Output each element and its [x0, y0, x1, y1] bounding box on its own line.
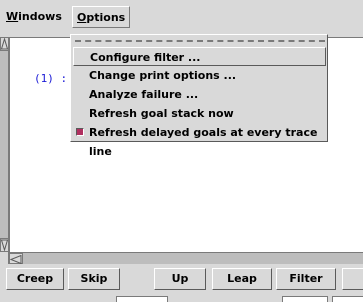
menu-item-refresh-goal-stack[interactable]: Refresh goal stack now	[73, 104, 326, 123]
bottom-field-3[interactable]	[332, 296, 363, 302]
menu-item-configure-filter[interactable]: Configure filter ...	[73, 47, 326, 66]
skip-button[interactable]: Skip	[68, 268, 120, 290]
creep-button[interactable]: Creep	[6, 268, 64, 290]
menu-item-change-print-options[interactable]: Change print options ...	[73, 66, 326, 85]
menu-options-label: ptions	[86, 11, 126, 24]
tear-off-line[interactable]	[75, 40, 325, 42]
more-button[interactable]	[342, 268, 363, 290]
menu-item-label: Change print options ...	[89, 69, 237, 82]
bottom-field-1[interactable]	[116, 296, 168, 302]
scroll-down-arrow-icon[interactable]	[0, 238, 9, 252]
options-menu: Configure filter ... Change print option…	[70, 34, 328, 158]
up-button[interactable]: Up	[154, 268, 206, 290]
menu-item-label: Refresh goal stack now	[89, 107, 234, 120]
filter-button[interactable]: Filter	[276, 268, 336, 290]
menu-item-refresh-delayed-goals[interactable]: Refresh delayed goals at every trace lin…	[73, 123, 326, 158]
trace-line: (1) :	[34, 72, 68, 85]
menu-item-analyze-failure[interactable]: Analyze failure ...	[73, 85, 326, 104]
menu-windows-mnemonic: W	[6, 10, 19, 23]
checkbox-checked-icon[interactable]	[76, 128, 84, 136]
scroll-left-arrow-icon[interactable]	[9, 253, 23, 265]
leap-button[interactable]: Leap	[212, 268, 272, 290]
trace-button-row: Creep Skip Up Leap Filter	[0, 266, 363, 292]
scrollbar-corner	[0, 252, 9, 264]
bottom-control-row	[0, 294, 363, 302]
menu-options-mnemonic: O	[77, 11, 87, 24]
menu-windows-label: indows	[18, 10, 62, 23]
menu-windows[interactable]: Windows	[2, 6, 66, 28]
menu-options[interactable]: Options	[72, 6, 131, 28]
menu-bar: Windows Options	[0, 0, 363, 34]
vertical-scrollbar[interactable]	[0, 37, 9, 252]
bottom-field-2[interactable]	[282, 296, 328, 302]
menu-item-label: Configure filter ...	[90, 51, 201, 64]
scroll-up-arrow-icon[interactable]	[0, 37, 9, 51]
horizontal-scrollbar[interactable]	[9, 252, 363, 265]
menu-item-label: Analyze failure ...	[89, 88, 199, 101]
